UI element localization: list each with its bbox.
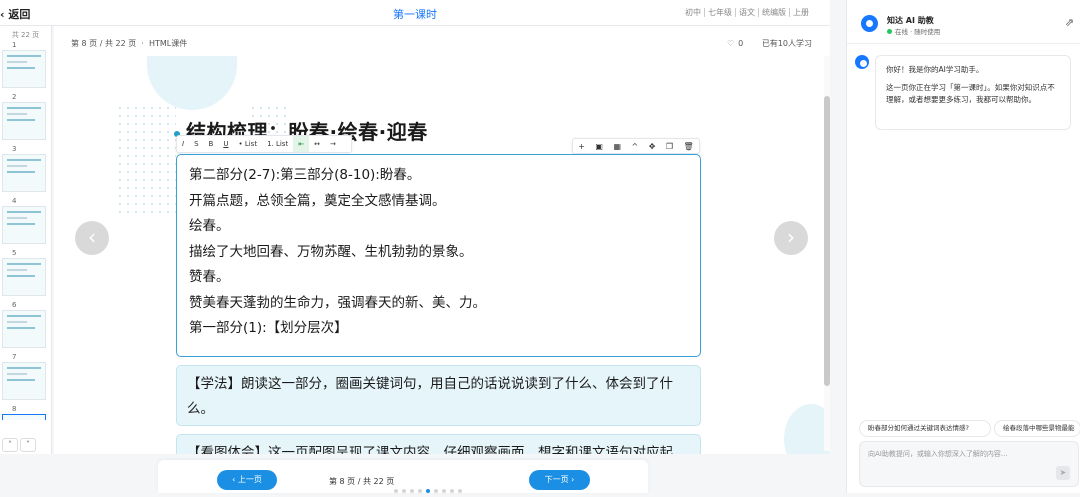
strike-button[interactable]: S (189, 136, 203, 152)
card-line: 开篇点题，总领全篇，奠定全文感情基调。 (189, 192, 446, 209)
study-tip-box[interactable]: 【学法】朗读这一部分，圈画关键词句，用自己的话说说读到了什么、体会到了什么。 (176, 365, 701, 426)
learner-count: 已有10人学习 (761, 39, 812, 48)
slide-stage: 第 8 页 / 共 22 页 · HTML课件 ♡ 0 已有10人学习 结构梳理：… (54, 26, 830, 454)
page-dot[interactable] (450, 489, 454, 493)
page-dot[interactable] (418, 489, 422, 493)
stage-scrollbar[interactable] (824, 56, 830, 451)
assistant-header: 知达 AI 助教 在线 · 随时使用 ⇗ (847, 0, 1080, 44)
assistant-input[interactable]: 向AI助教提问，或输入你想深入了解的内容... ➤ (859, 441, 1079, 487)
meta-grade-level: 初中 (682, 8, 705, 17)
bullet-list-button[interactable]: • List (233, 136, 262, 152)
card-line: 描绘了大地回春、万物苏醒、生机勃勃的景象。 (189, 243, 473, 260)
greeting-text: 你好！我是你的AI学习助手。 (886, 65, 984, 74)
message-avatar-icon (855, 55, 869, 69)
page-dot[interactable] (394, 489, 398, 493)
page-dot[interactable] (402, 489, 406, 493)
lesson-meta: 初中 七年级 语文 统编版 上册 (682, 7, 812, 18)
thumbnail-page-6[interactable]: 6 (0, 300, 51, 352)
move-icon[interactable]: ✥ (649, 142, 656, 151)
table-icon[interactable]: ▦ (613, 142, 621, 151)
page-dot[interactable] (410, 489, 414, 493)
align-right-button[interactable]: → (325, 136, 341, 152)
assistant-status: 在线 · 随时使用 (887, 26, 940, 36)
page-dot[interactable] (434, 489, 438, 493)
assistant-avatar-icon (861, 15, 878, 32)
format-toolbar: I S B U • List 1. List ⇤ ↔ → (176, 135, 352, 153)
decorative-circle (147, 56, 237, 110)
block-toolbar: + ▣ ▦ ^ ✥ ❐ 🗑 (572, 138, 700, 154)
meta-volume: 上册 (793, 8, 809, 17)
thumbnail-page-4[interactable]: 4 (0, 196, 51, 248)
align-left-button[interactable]: ⇤ (293, 136, 310, 152)
bottom-page-info: 第 8 页 / 共 22 页 (329, 477, 395, 486)
bottom-nav: ‹ 上一页 第 8 页 / 共 22 页 下一页 › (158, 460, 648, 493)
meta-edition: 统编版 (759, 8, 790, 17)
slide-thumbnail-rail: 共 22 页 1 2 3 4 5 6 7 8 ˄ ˅ (0, 26, 52, 454)
italic-button[interactable]: I (177, 136, 189, 152)
send-icon[interactable]: ➤ (1056, 466, 1070, 480)
engagement: ♡ 0 已有10人学习 (727, 38, 812, 49)
picture-tip-box[interactable]: 【看图体会】这一页配图呈现了课文内容，仔细观察画面，想字和课文语句对应起 (176, 434, 701, 454)
card-line: 第一部分(1):【划分层次】 (189, 320, 348, 336)
content-card[interactable]: 第二部分(2-7):第三部分(8-10):盼春。 开篇点题，总领全篇，奠定全文感… (176, 154, 701, 357)
chevron-up-icon[interactable]: ˄ (2, 438, 18, 452)
input-placeholder: 向AI助教提问，或输入你想深入了解的内容... (868, 450, 1008, 458)
thumbnail-page-3[interactable]: 3 (0, 144, 51, 196)
image-icon[interactable]: ▣ (595, 142, 603, 151)
meta-subject: 语文 (736, 8, 759, 17)
bold-button[interactable]: B (204, 136, 219, 152)
page-dots (394, 478, 466, 497)
type-label: HTML课件 (148, 39, 188, 48)
share-icon[interactable]: ⇗ (1065, 16, 1074, 29)
card-line: 赞春。 (189, 269, 230, 285)
card-line: 绘春。 (189, 218, 230, 234)
decorative-dots (116, 104, 176, 214)
thumbnail-count: 共 22 页 (11, 31, 40, 39)
thumbnail-page-8[interactable]: 8 (0, 404, 51, 420)
online-dot-icon (887, 29, 892, 34)
next-page-button[interactable]: 下一页 › (529, 470, 590, 490)
page-dot[interactable] (426, 489, 430, 493)
suggestion-chip[interactable]: 绘春段落中哪些景物最能 (994, 420, 1080, 437)
top-bar: ‹ 返回 第一课时 初中 七年级 语文 统编版 上册 (0, 0, 830, 26)
numbered-list-button[interactable]: 1. List (262, 136, 293, 152)
trash-icon[interactable]: 🗑 (684, 142, 694, 151)
page-dot[interactable] (458, 489, 462, 493)
underline-button[interactable]: U (218, 136, 233, 152)
suggestion-chip[interactable]: 盼春部分如何通过关键词表达情感? (859, 420, 991, 437)
prev-slide-arrow-icon[interactable]: ‹ (75, 221, 109, 255)
chevron-down-icon[interactable]: ˅ (20, 438, 36, 452)
page-info: 第 8 页 / 共 22 页 · HTML课件 (71, 39, 188, 48)
chevron-up-icon[interactable]: ^ (632, 142, 639, 151)
align-center-button[interactable]: ↔ (309, 136, 325, 152)
next-slide-arrow-icon[interactable]: › (774, 221, 808, 255)
assistant-message: 你好！我是你的AI学习助手。 这一页你正在学习「第一课时」。如果你对知识点不理解… (875, 55, 1071, 130)
thumbnail-page-5[interactable]: 5 (0, 248, 51, 300)
ai-assistant-panel: 知达 AI 助教 在线 · 随时使用 ⇗ 你好！我是你的AI学习助手。 这一页你… (846, 0, 1080, 493)
prev-page-button[interactable]: ‹ 上一页 (217, 470, 277, 490)
copy-icon[interactable]: ❐ (666, 142, 673, 151)
assistant-name: 知达 AI 助教 (887, 16, 934, 25)
card-line: 赞美春天蓬勃的生命力，强调春天的新、美、力。 (189, 294, 486, 311)
heart-icon[interactable]: ♡ (727, 39, 734, 48)
thumbnail-nav: ˄ ˅ (0, 432, 52, 452)
card-line: 第二部分(2-7):第三部分(8-10):盼春。 (189, 167, 421, 183)
add-block-icon[interactable]: + (578, 142, 585, 151)
like-count: 0 (738, 39, 744, 48)
page-dot[interactable] (442, 489, 446, 493)
message-text: 这一页你正在学习「第一课时」。如果你对知识点不理解，或者想要更多练习，我都可以帮… (886, 83, 1055, 104)
thumbnail-page-1[interactable]: 1 (0, 40, 51, 92)
thumbnail-page-7[interactable]: 7 (0, 352, 51, 404)
thumbnail-page-2[interactable]: 2 (0, 92, 51, 144)
meta-grade: 七年级 (705, 8, 736, 17)
